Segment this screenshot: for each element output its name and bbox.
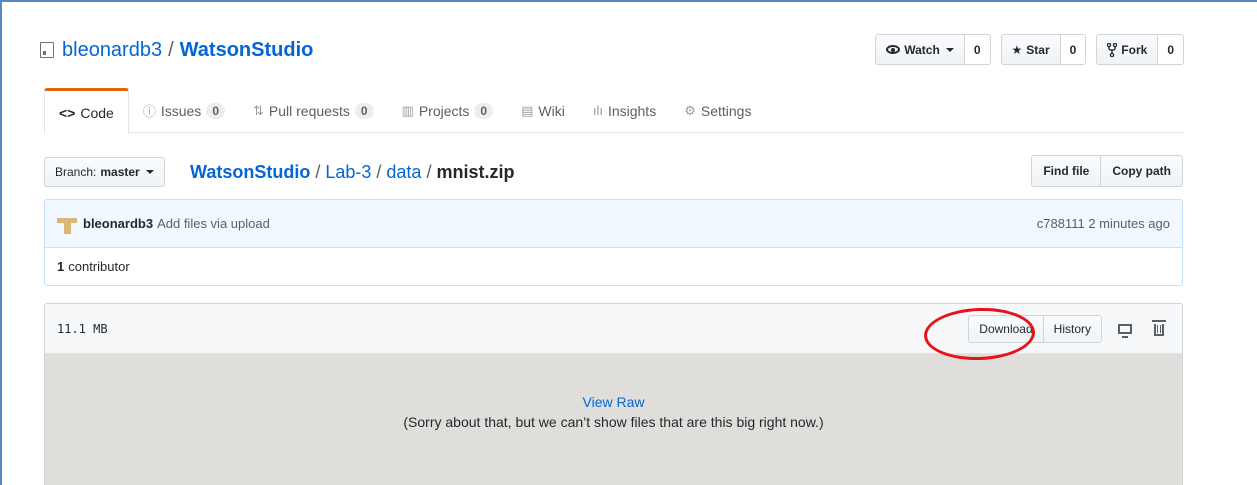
graph-icon: ılı [592, 103, 603, 118]
fork-icon [1107, 42, 1118, 57]
branch-prefix: Branch: [55, 165, 97, 179]
contributors-bar[interactable]: 1 contributor [44, 248, 1183, 286]
tab-wiki[interactable]: ▤ Wiki [507, 88, 579, 133]
commit-author-link[interactable]: bleonardb3 [83, 216, 153, 231]
tab-projects[interactable]: ▥ Projects 0 [388, 88, 508, 133]
breadcrumb-separator: / [315, 161, 321, 182]
tab-insights[interactable]: ılı Insights [579, 88, 670, 133]
breadcrumb-separator: / [376, 161, 382, 182]
trash-icon [1152, 320, 1166, 336]
find-file-button[interactable]: Find file [1031, 155, 1102, 187]
watch-button[interactable]: Watch [875, 34, 965, 65]
tab-issues[interactable]: ⓘ Issues 0 [129, 88, 239, 133]
file-too-big-message: (Sorry about that, but we can’t show fil… [403, 414, 824, 430]
code-icon: <> [59, 104, 76, 121]
tab-projects-label: Projects [418, 102, 470, 119]
avatar[interactable] [57, 214, 77, 234]
breadcrumb-data-link[interactable]: data [386, 162, 421, 183]
commit-tease: bleonardb3 Add files via upload c788111 … [44, 199, 1183, 248]
breadcrumb: WatsonStudio / Lab-3 / data / mnist.zip [190, 159, 514, 185]
file-header: 11.1 MB Download History [45, 304, 1182, 354]
pull-request-icon: ⇅ [253, 102, 264, 118]
tab-pull-requests-label: Pull requests [268, 102, 350, 119]
caret-down-icon [145, 170, 154, 174]
open-desktop-button[interactable] [1114, 318, 1136, 340]
branch-select-button[interactable]: Branch: master [44, 157, 165, 187]
book-icon: ▤ [521, 102, 534, 118]
tab-wiki-label: Wiki [538, 102, 565, 119]
fork-button[interactable]: Fork [1096, 34, 1159, 65]
project-icon: ▥ [401, 102, 414, 118]
breadcrumb-current-file: mnist.zip [436, 161, 515, 182]
watch-group: Watch 0 [875, 34, 991, 65]
star-label: Star [1026, 42, 1050, 57]
contributors-count: 1 [57, 259, 65, 274]
file-box: 11.1 MB Download History View Raw (Sorry… [44, 303, 1183, 485]
branch-name: master [100, 165, 140, 179]
file-button-group: Download History [968, 314, 1102, 343]
delete-file-button[interactable] [1148, 318, 1170, 340]
history-button[interactable]: History [1043, 314, 1102, 343]
repo-owner-link[interactable]: bleonardb3 [62, 39, 162, 62]
fork-label: Fork [1121, 42, 1148, 57]
tab-insights-label: Insights [607, 102, 657, 119]
projects-count: 0 [474, 102, 494, 119]
commit-sha-link[interactable]: c788111 [1037, 216, 1085, 231]
desktop-icon [1118, 323, 1132, 338]
breadcrumb-lab3-link[interactable]: Lab-3 [325, 162, 371, 183]
contributors-label: contributor [68, 259, 130, 274]
gear-icon: ⚙ [684, 102, 696, 118]
copy-path-button[interactable]: Copy path [1101, 155, 1183, 187]
eye-icon [886, 45, 901, 54]
caret-down-icon [945, 47, 954, 52]
commit-meta: c788111 2 minutes ago [1037, 216, 1170, 231]
fork-count[interactable]: 0 [1158, 34, 1184, 65]
watch-count[interactable]: 0 [964, 34, 991, 65]
repo-nav: <> Code ⓘ Issues 0 ⇅ Pull requests 0 ▥ P… [44, 88, 765, 134]
tab-pull-requests[interactable]: ⇅ Pull requests 0 [239, 88, 388, 133]
file-actions: Download History [968, 314, 1170, 343]
tab-settings[interactable]: ⚙ Settings [670, 88, 765, 133]
file-body: View Raw (Sorry about that, but we can’t… [45, 354, 1182, 485]
file-nav-buttons: Find file Copy path [1031, 155, 1183, 187]
download-button[interactable]: Download [968, 314, 1044, 343]
tab-code-label: Code [80, 104, 114, 121]
repo-header: bleonardb3 / WatsonStudio [40, 32, 313, 68]
tab-code[interactable]: <> Code [44, 88, 129, 134]
view-raw-link[interactable]: View Raw [45, 394, 1182, 410]
file-size: 11.1 MB [57, 321, 108, 336]
repo-icon [40, 42, 54, 58]
pagehead-actions: Watch 0 ★ Star 0 Fork 0 [875, 34, 1184, 65]
pull-requests-count: 0 [354, 102, 374, 119]
fork-group: Fork 0 [1096, 34, 1184, 65]
repo-separator: / [168, 38, 174, 61]
commit-time: 2 minutes ago [1088, 216, 1170, 231]
star-count[interactable]: 0 [1060, 34, 1087, 65]
issues-count: 0 [206, 102, 225, 119]
star-button[interactable]: ★ Star [1000, 34, 1061, 65]
watch-label: Watch [904, 42, 940, 57]
breadcrumb-separator: / [426, 161, 432, 182]
commit-message-link[interactable]: Add files via upload [157, 216, 270, 231]
tab-issues-label: Issues [160, 102, 202, 119]
star-group: ★ Star 0 [1000, 34, 1087, 65]
breadcrumb-root-link[interactable]: WatsonStudio [190, 162, 310, 183]
tab-settings-label: Settings [700, 102, 752, 119]
issue-icon: ⓘ [142, 104, 156, 119]
repo-name-link[interactable]: WatsonStudio [180, 39, 314, 62]
star-icon: ★ [1011, 42, 1023, 57]
